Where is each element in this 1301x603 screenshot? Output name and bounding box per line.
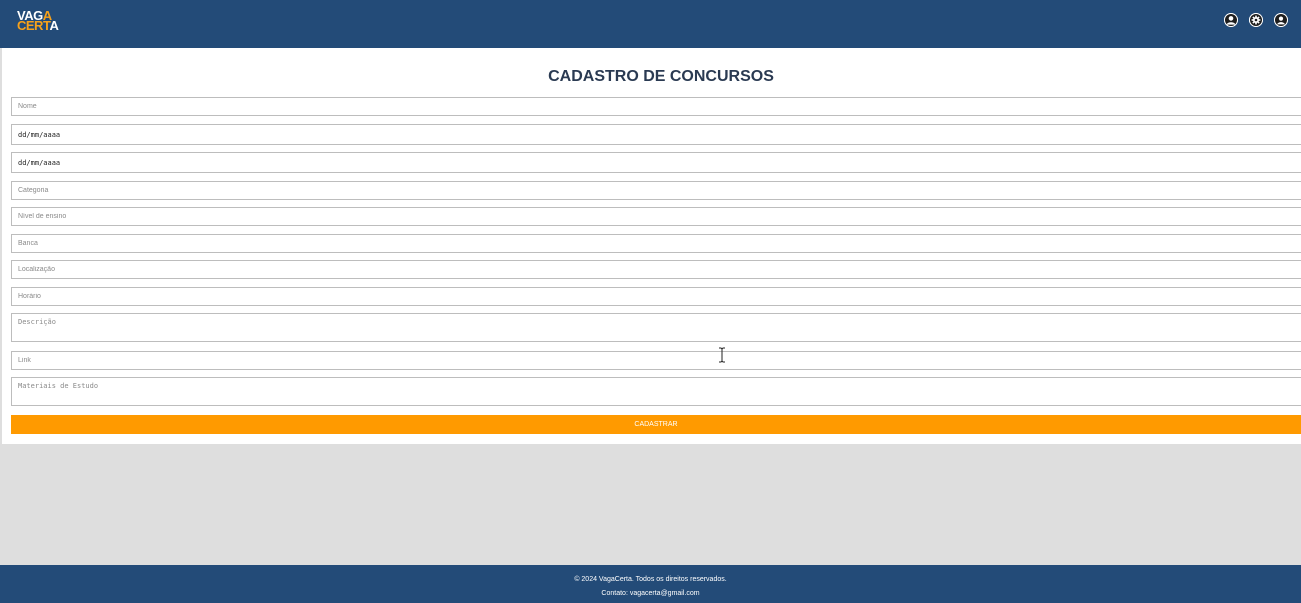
account-icon[interactable] — [1274, 13, 1288, 27]
page-footer: © 2024 VagaCerta. Todos os direitos rese… — [0, 565, 1301, 603]
horario-input[interactable] — [11, 287, 1301, 306]
top-header: VAGA CERTA — [0, 0, 1301, 48]
vagacerta-logo[interactable]: VAGA CERTA — [16, 6, 60, 36]
descricao-textarea[interactable] — [11, 313, 1301, 342]
cadastrar-button[interactable]: CADASTRAR — [11, 415, 1301, 434]
user-circle-icon[interactable] — [1224, 13, 1238, 27]
data-fim-input[interactable] — [11, 152, 1301, 173]
localizacao-input[interactable] — [11, 260, 1301, 279]
page-title: CADASTRO DE CONCURSOS — [548, 68, 774, 85]
footer-copyright: © 2024 VagaCerta. Todos os direitos rese… — [574, 576, 727, 583]
banca-input[interactable] — [11, 234, 1301, 253]
categoria-input[interactable] — [11, 181, 1301, 200]
logo-line2: CERTA — [17, 18, 59, 33]
link-input[interactable] — [11, 351, 1301, 370]
form-container: CADASTRO DE CONCURSOS CADASTRAR — [2, 48, 1301, 444]
data-inicio-input[interactable] — [11, 124, 1301, 145]
nome-input[interactable] — [11, 97, 1301, 116]
text-cursor-icon — [719, 347, 725, 363]
footer-contact: Contato: vagacerta@gmail.com — [601, 590, 700, 597]
nivel-ensino-input[interactable] — [11, 207, 1301, 226]
materiais-estudo-textarea[interactable] — [11, 377, 1301, 406]
gear-icon[interactable] — [1249, 13, 1263, 27]
